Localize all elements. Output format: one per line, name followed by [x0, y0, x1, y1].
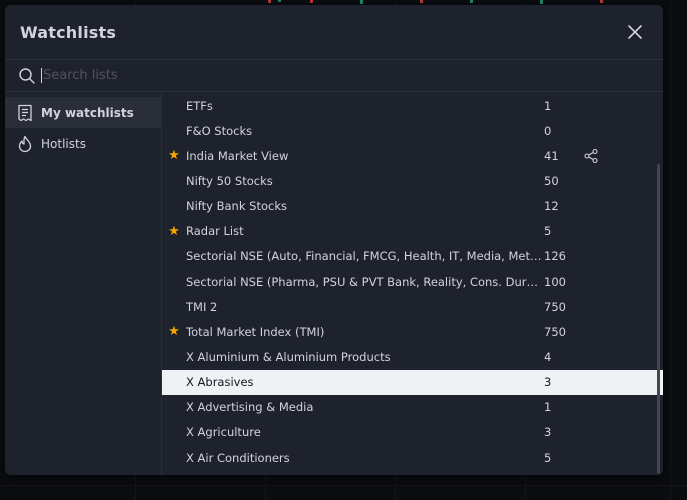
watchlist-count: 3	[544, 425, 552, 440]
sidebar-item-my-watchlists[interactable]: My watchlists	[5, 97, 161, 128]
watchlist-name: X Aluminium & Aluminium Products	[186, 349, 391, 364]
watchlist-count: 4	[544, 349, 552, 364]
watchlist-count: 5	[544, 450, 552, 465]
share-icon[interactable]	[583, 148, 603, 164]
star-slot[interactable]: ★	[162, 149, 186, 162]
chart-candle	[470, 0, 473, 3]
watchlist-count: 750	[544, 324, 566, 339]
watchlist-row[interactable]: Sectorial NSE (Auto, Financial, FMCG, He…	[162, 244, 663, 269]
sidebar: My watchlists Hotlists	[5, 93, 162, 475]
watchlist-row[interactable]: F&O Stocks 0	[162, 118, 663, 143]
watchlist-name: Nifty 50 Stocks	[186, 173, 273, 188]
chart-candle	[278, 0, 281, 2]
watchlist-count: 41	[544, 148, 559, 163]
watchlists-dialog: Watchlists My watchlists Hotlists	[5, 5, 663, 475]
watchlist-name: Sectorial NSE (Pharma, PSU & PVT Bank, R…	[186, 274, 544, 289]
watchlist-row[interactable]: Nifty Bank Stocks 12	[162, 194, 663, 219]
watchlist-name: TMI 2	[186, 299, 218, 314]
watchlist-row[interactable]: ETFs 1	[162, 93, 663, 118]
watchlist-name: X Air Conditioners	[186, 450, 290, 465]
watchlist-row[interactable]: ★ Total Market Index (TMI) 750	[162, 319, 663, 344]
watchlist-name: Radar List	[186, 224, 244, 239]
star-icon[interactable]: ★	[168, 325, 180, 338]
watchlist-name: X Advertising & Media	[186, 400, 314, 415]
chart-candle	[540, 0, 543, 4]
watchlist-count: 5	[544, 224, 552, 239]
watchlist-name: Nifty Bank Stocks	[186, 199, 287, 214]
watchlist-count: 12	[544, 199, 559, 214]
watchlist-name: X Abrasives	[186, 375, 254, 390]
search-input[interactable]	[41, 68, 601, 83]
watchlist-name: X Agriculture	[186, 425, 261, 440]
watchlist-count: 100	[544, 274, 566, 289]
watchlist-row[interactable]: TMI 2 750	[162, 294, 663, 319]
watchlist-name: Sectorial NSE (Auto, Financial, FMCG, He…	[186, 249, 544, 264]
star-icon[interactable]: ★	[168, 149, 180, 162]
watchlist-count: 1	[544, 98, 552, 113]
search-icon	[18, 67, 36, 85]
sidebar-item-hotlists[interactable]: Hotlists	[5, 128, 161, 159]
sidebar-item-label: My watchlists	[41, 105, 134, 120]
watchlist-row[interactable]: Sectorial NSE (Pharma, PSU & PVT Bank, R…	[162, 269, 663, 294]
chart-candle	[360, 0, 363, 4]
watchlist-count: 750	[544, 299, 566, 314]
flame-icon	[16, 135, 34, 153]
watchlist-name: F&O Stocks	[186, 123, 253, 138]
chart-candle	[268, 0, 271, 3]
chart-candle	[420, 0, 423, 3]
list-icon	[16, 104, 34, 122]
scrollbar[interactable]	[657, 164, 660, 474]
watchlist-row[interactable]: ★ Radar List 5	[162, 219, 663, 244]
watchlist-count: 1	[544, 400, 552, 415]
watchlist-list: ETFs 1 F&O Stocks 0 ★ India Market View 41 Nift…	[162, 93, 663, 475]
watchlist-row[interactable]: X Abrasives 3	[162, 369, 663, 395]
sidebar-item-label: Hotlists	[41, 136, 86, 151]
watchlist-row[interactable]: X Air Conditioners 5	[162, 445, 663, 470]
chart-candle	[600, 0, 603, 3]
watchlist-count: 3	[544, 375, 552, 390]
star-slot[interactable]: ★	[162, 325, 186, 338]
watchlist-name: ETFs	[186, 98, 213, 113]
watchlist-count: 0	[544, 123, 552, 138]
watchlist-count: 126	[544, 249, 566, 264]
watchlist-name: India Market View	[186, 148, 289, 163]
close-icon[interactable]	[625, 22, 645, 42]
watchlist-row[interactable]: X Aluminium & Aluminium Products 4	[162, 344, 663, 369]
dialog-body: My watchlists Hotlists ETFs 1 F&O Stocks 0 ★…	[5, 93, 663, 475]
dialog-header: Watchlists	[5, 5, 663, 59]
watchlist-count: 50	[544, 173, 559, 188]
watchlist-row[interactable]: ★ India Market View 41	[162, 143, 663, 168]
search-bar	[5, 59, 663, 92]
dialog-title: Watchlists	[20, 22, 117, 42]
watchlist-name: Total Market Index (TMI)	[186, 324, 325, 339]
star-slot[interactable]: ★	[162, 225, 186, 238]
watchlist-row[interactable]: Nifty 50 Stocks 50	[162, 168, 663, 193]
star-icon[interactable]: ★	[168, 225, 180, 238]
watchlist-row[interactable]: X Advertising & Media 1	[162, 395, 663, 420]
watchlist-row[interactable]: X Agriculture 3	[162, 420, 663, 445]
chart-candle	[310, 0, 313, 3]
